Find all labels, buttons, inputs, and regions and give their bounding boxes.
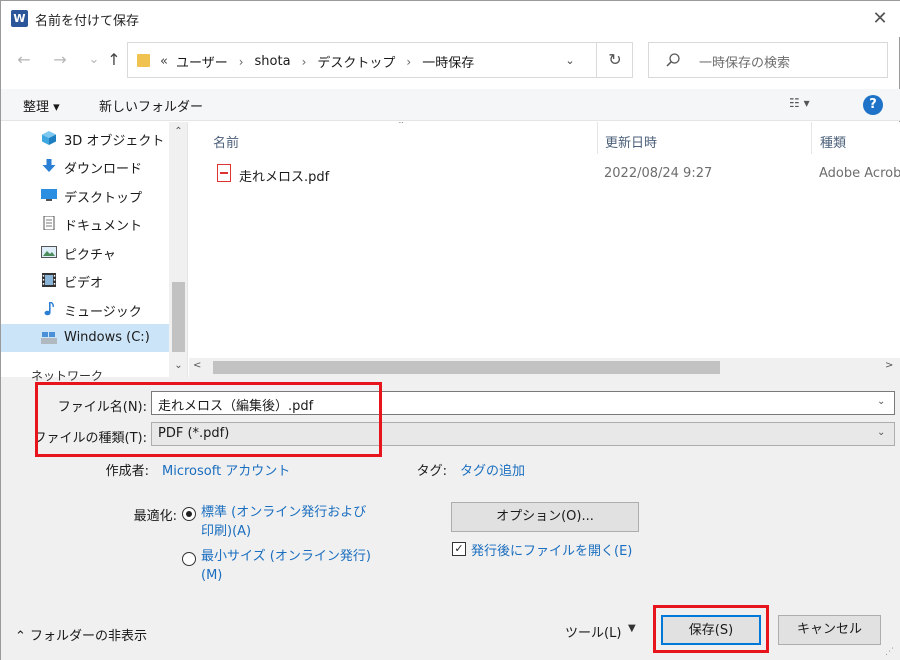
open-after-publish-label[interactable]: 発行後にファイルを開く(E) bbox=[471, 540, 632, 559]
column-header-name[interactable]: 名前 bbox=[213, 132, 239, 151]
breadcrumb-desktop[interactable]: デスクトップ bbox=[317, 52, 395, 71]
tags-label: タグ: bbox=[416, 464, 447, 479]
chevron-right-icon[interactable]: › bbox=[302, 55, 307, 69]
breadcrumb-overflow[interactable]: « bbox=[160, 54, 168, 69]
nav-item-desktop[interactable]: デスクトップ bbox=[1, 181, 169, 209]
nav-item-label: ミュージック bbox=[64, 305, 142, 320]
nav-item-downloads[interactable]: ダウンロード bbox=[1, 152, 169, 180]
file-type: Adobe Acrob bbox=[819, 166, 900, 181]
radio-minimum-size[interactable] bbox=[182, 552, 196, 566]
word-app-icon: W bbox=[11, 10, 28, 27]
highlight-box-save bbox=[653, 605, 769, 653]
author-value-link[interactable]: Microsoft アカウント bbox=[162, 460, 290, 479]
breadcrumb: « ユーザー › shota › デスクトップ › 一時保存 bbox=[160, 52, 474, 71]
back-button[interactable]: ← bbox=[11, 47, 37, 73]
resize-grip-icon[interactable]: ⋰ bbox=[885, 647, 894, 657]
nav-scroll-thumb[interactable] bbox=[172, 282, 185, 352]
search-icon bbox=[666, 53, 680, 67]
file-name: 走れメロス.pdf bbox=[239, 170, 330, 185]
nav-item-music[interactable]: ミュージック bbox=[1, 295, 169, 323]
column-header-modified[interactable]: 更新日時 bbox=[605, 132, 657, 151]
highlight-box-filename bbox=[35, 382, 382, 457]
nav-item-windows-c[interactable]: Windows (C:) bbox=[1, 324, 169, 352]
column-header-type[interactable]: 種類 bbox=[820, 132, 846, 151]
nav-item-label: ピクチャ bbox=[64, 248, 116, 263]
nav-item-network-partial[interactable]: ネットワーク bbox=[31, 367, 161, 381]
nav-item-videos[interactable]: ビデオ bbox=[1, 266, 169, 294]
file-row[interactable]: 走れメロス.pdf 2022/08/24 9:27 Adobe Acrob bbox=[207, 160, 900, 188]
navigation-pane: 3D オブジェクト ダウンロード デスクトップ ドキュメント ピクチャ ビデオ … bbox=[1, 122, 188, 377]
breadcrumb-shota[interactable]: shota bbox=[255, 54, 291, 69]
document-icon bbox=[43, 216, 55, 230]
column-divider[interactable] bbox=[597, 122, 598, 154]
horizontal-scrollbar[interactable]: < > bbox=[189, 358, 900, 377]
cancel-button[interactable]: キャンセル bbox=[778, 615, 881, 645]
hide-folders-button[interactable]: ⌃ フォルダーの非表示 bbox=[15, 625, 147, 644]
close-button[interactable]: ✕ bbox=[867, 7, 893, 31]
scroll-down-icon[interactable]: ⌄ bbox=[169, 360, 187, 374]
title-bar: W 名前を付けて保存 ✕ bbox=[1, 1, 900, 37]
nav-pane-scrollbar[interactable]: ⌃ ⌄ bbox=[169, 122, 187, 377]
open-after-publish-checkbox[interactable]: ✓ bbox=[452, 542, 466, 556]
breadcrumb-users[interactable]: ユーザー bbox=[176, 52, 228, 71]
author-label: 作成者: bbox=[105, 464, 149, 479]
optimize-label: 最適化: bbox=[133, 509, 177, 524]
sort-ascending-icon: ⌃ bbox=[397, 122, 406, 131]
file-modified-date: 2022/08/24 9:27 bbox=[604, 166, 713, 181]
chevron-down-icon[interactable]: ⌄ bbox=[877, 396, 885, 407]
window-title: 名前を付けて保存 bbox=[35, 14, 140, 29]
view-options-button[interactable]: ☷ ▾ bbox=[789, 96, 829, 114]
nav-item-label: ドキュメント bbox=[64, 219, 143, 234]
forward-button[interactable]: → bbox=[47, 47, 73, 73]
save-as-dialog: W 名前を付けて保存 ✕ ← → ⌄ ↑ « ユーザー › shota › デス… bbox=[0, 0, 900, 660]
search-placeholder: 一時保存の検索 bbox=[699, 56, 791, 71]
music-note-icon bbox=[44, 302, 54, 316]
file-list-pane: ⌃ 名前 更新日時 種類 走れメロス.pdf 2022/08/24 9:27 A… bbox=[189, 122, 900, 377]
download-arrow-icon bbox=[42, 159, 56, 172]
add-tag-link[interactable]: タグの追加 bbox=[460, 460, 525, 479]
cube-icon bbox=[42, 131, 56, 145]
chevron-right-icon[interactable]: › bbox=[239, 55, 244, 69]
refresh-icon[interactable]: ↻ bbox=[604, 49, 626, 71]
breadcrumb-temp-save[interactable]: 一時保存 bbox=[422, 52, 474, 71]
options-button[interactable]: オプション(O)... bbox=[451, 502, 639, 532]
scroll-left-icon[interactable]: < bbox=[193, 360, 201, 371]
address-dropdown-icon[interactable]: ⌄ bbox=[560, 51, 580, 71]
folder-icon bbox=[137, 54, 150, 67]
scroll-up-icon[interactable]: ⌃ bbox=[169, 126, 187, 140]
radio-standard[interactable] bbox=[182, 507, 196, 521]
nav-item-label: ビデオ bbox=[64, 276, 104, 291]
nav-item-3d-objects[interactable]: 3D オブジェクト bbox=[1, 124, 169, 152]
tools-menu-button[interactable]: ツール(L) bbox=[565, 622, 621, 641]
help-icon[interactable]: ? bbox=[863, 95, 883, 115]
search-input[interactable]: 一時保存の検索 bbox=[648, 42, 888, 78]
column-divider[interactable] bbox=[811, 122, 812, 154]
nav-item-label: デスクトップ bbox=[64, 191, 143, 206]
radio-standard-label[interactable]: 標準 (オンライン発行および印刷)(A) bbox=[201, 503, 371, 541]
save-options-panel: ネットワーク ファイル名(N): 走れメロス（編集後）.pdf ⌄ ファイルの種… bbox=[1, 369, 900, 660]
desktop-icon bbox=[41, 189, 57, 201]
pdf-file-icon bbox=[217, 164, 231, 182]
organize-menu-button[interactable]: 整理 ▾ bbox=[23, 96, 60, 115]
radio-minimum-size-label[interactable]: 最小サイズ (オンライン発行)(M) bbox=[201, 547, 371, 585]
nav-item-label: Windows (C:) bbox=[64, 330, 150, 345]
nav-item-label: 3D オブジェクト bbox=[64, 134, 165, 149]
chevron-right-icon[interactable]: › bbox=[406, 55, 411, 69]
command-toolbar: 整理 ▾ 新しいフォルダー ☷ ▾ ? bbox=[1, 89, 900, 121]
nav-item-documents[interactable]: ドキュメント bbox=[1, 209, 169, 237]
up-button[interactable]: ↑ bbox=[101, 47, 127, 73]
address-bar[interactable]: « ユーザー › shota › デスクトップ › 一時保存 ⌄ ↻ bbox=[127, 42, 633, 78]
tools-dropdown-icon[interactable]: ▼ bbox=[628, 623, 636, 634]
address-divider bbox=[596, 43, 597, 77]
picture-icon bbox=[41, 246, 57, 258]
horizontal-scroll-thumb[interactable] bbox=[213, 361, 720, 374]
scroll-right-icon[interactable]: > bbox=[885, 360, 893, 371]
film-icon bbox=[42, 273, 56, 287]
nav-item-pictures[interactable]: ピクチャ bbox=[1, 238, 169, 266]
nav-item-label: ダウンロード bbox=[64, 162, 143, 177]
drive-icon bbox=[41, 332, 57, 344]
new-folder-button[interactable]: 新しいフォルダー bbox=[99, 96, 203, 115]
chevron-down-icon[interactable]: ⌄ bbox=[877, 427, 885, 438]
